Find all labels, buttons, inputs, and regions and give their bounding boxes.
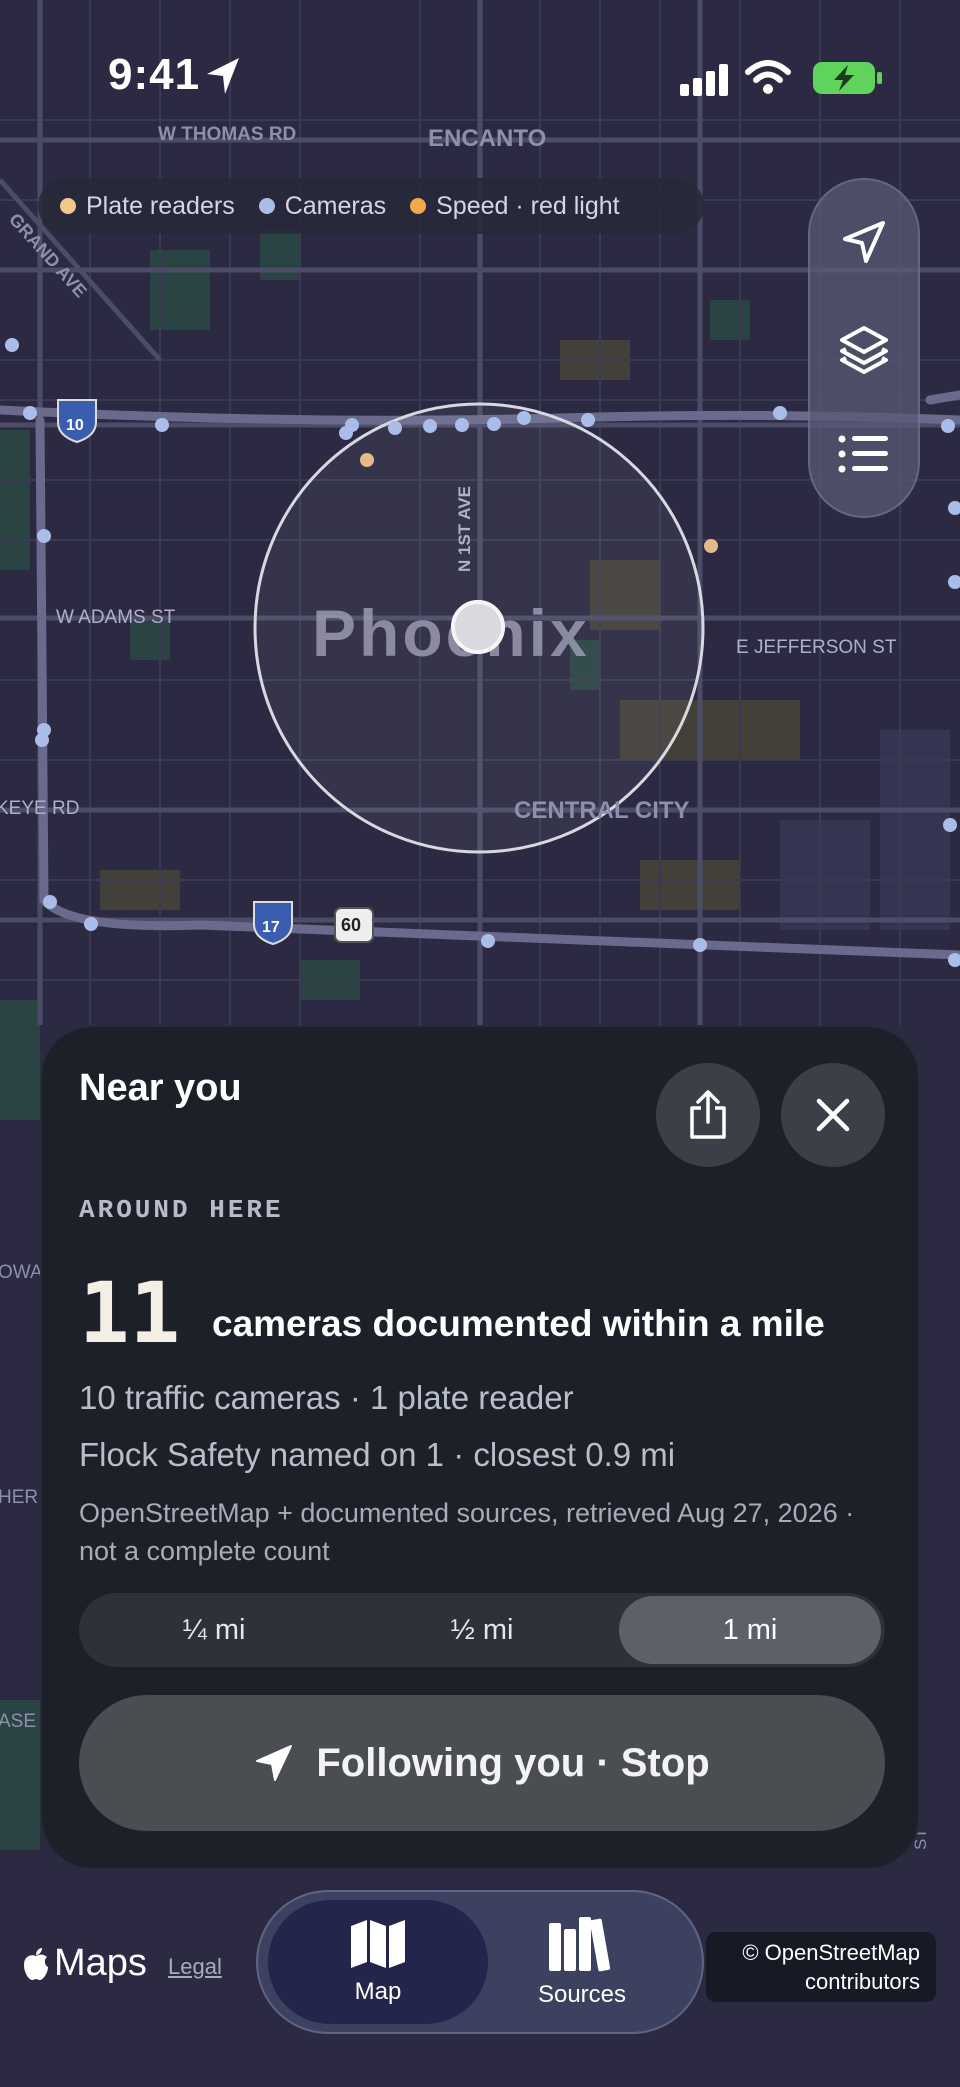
apple-icon [24,1947,48,1980]
map-controls [808,178,920,518]
maps-wordmark: Maps [54,1942,147,1984]
share-icon [690,1090,726,1139]
wifi-icon [745,60,791,94]
following-stop-button[interactable]: Following you · Stop [79,1695,885,1831]
status-bar: 9:41 [0,0,960,150]
tab-label: Sources [537,1981,627,2008]
following-label: Following you · Stop [316,1740,710,1785]
tab-label: Map [354,1978,402,2005]
attribution-line: contributors [805,1969,920,1994]
location-arrow-icon [256,1745,293,1781]
source-note: OpenStreetMap + documented sources, retr… [79,1498,855,1566]
label-edge-ase: ASE [0,1711,36,1732]
label-i10: 10 [66,417,84,434]
section-eyebrow: AROUND HERE [79,1195,284,1225]
signal-icon [680,64,728,96]
tab-bar: Map Sources [256,1890,704,2034]
legend-item-cameras: Cameras [258,191,387,221]
radius-option-one[interactable]: 1 mi [619,1596,881,1664]
label-buckeye: KEYE RD [0,798,79,819]
vendor-line: Flock Safety named on 1 · closest 0.9 mi [79,1436,676,1473]
breakdown-line: 10 traffic cameras · 1 plate reader [79,1379,574,1416]
plate-reader-dot-icon [60,198,76,214]
osm-attribution[interactable]: © OpenStreetMap contributors [706,1932,936,2002]
status-time: 9:41 [108,50,201,99]
close-button[interactable] [781,1063,885,1167]
list-button[interactable] [810,404,918,504]
label-central: CENTRAL CITY [514,797,690,824]
label-edge-owa: OWA [0,1262,43,1283]
location-arrow-icon [843,221,885,263]
layers-icon [840,326,888,374]
legend-item-speed: Speed · red light [410,191,620,221]
tab-map[interactable]: Map [268,1900,488,2024]
city-label: Phoenix [312,596,590,670]
radius-segmented-control: ¼ mi ½ mi 1 mi [79,1593,885,1667]
camera-dot-icon [258,198,275,214]
share-button[interactable] [656,1063,760,1167]
legend-label: Plate readers [86,191,235,220]
legend-item-plate-readers: Plate readers [60,192,235,221]
location-services-icon [207,58,239,94]
label-edge-her: HER [0,1487,38,1508]
tab-sources[interactable]: Sources [472,1900,692,2024]
books-icon [549,1917,611,1972]
close-icon [816,1098,850,1132]
attribution-line: © OpenStreetMap [742,1940,920,1965]
battery-icon [813,62,882,94]
map-legend: Plate readers Cameras Speed · red light [38,178,704,234]
legend-label: Cameras [284,191,387,220]
radius-option-quarter[interactable]: ¼ mi [83,1596,345,1664]
legend-label: Speed · red light [436,191,620,220]
camera-count-text: cameras documented within a mile [212,1303,825,1344]
layers-button[interactable] [810,298,918,398]
camera-count: 11 [79,1264,181,1362]
label-adams: W ADAMS ST [56,607,176,628]
near-you-sheet: Near you AROUND HERE 11 cameras document… [40,1025,920,1870]
list-icon [838,435,888,473]
apple-maps-logo: Maps [22,1942,147,1985]
label-us60: 60 [341,915,361,935]
label-first-ave: N 1ST AVE [455,486,474,572]
legal-link[interactable]: Legal [168,1954,222,1980]
recenter-button[interactable] [810,192,918,292]
speed-dot-icon [410,198,427,214]
sheet-title: Near you [79,1067,242,1109]
radius-option-half[interactable]: ½ mi [351,1596,613,1664]
map-icon [351,1920,405,1968]
label-i17: 17 [262,919,280,936]
label-jefferson: E JEFFERSON ST [736,637,897,658]
